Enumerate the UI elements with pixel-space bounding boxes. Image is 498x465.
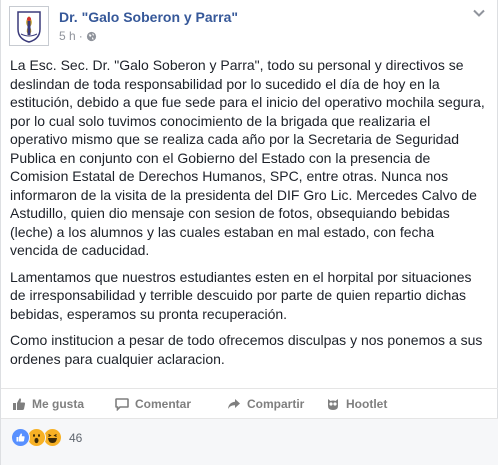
owl-icon (328, 398, 338, 410)
reactions-bar: 46 (1, 418, 498, 465)
reaction-icons[interactable] (11, 428, 62, 447)
post-timestamp[interactable]: 5 h (59, 28, 76, 44)
like-label: Me gusta (32, 396, 85, 411)
globe-icon[interactable] (86, 31, 97, 42)
post-subline: 5 h · (59, 28, 238, 44)
chevron-down-icon[interactable] (473, 9, 485, 17)
share-button[interactable]: Compartir (227, 389, 304, 419)
page-avatar[interactable] (9, 6, 49, 46)
reaction-count[interactable]: 46 (69, 428, 82, 448)
post-card: Dr. "Galo Soberon y Parra" 5 h · La Esc.… (0, 0, 498, 465)
post-body: La Esc. Sec. Dr. "Galo Soberon y Parra",… (10, 56, 486, 376)
post-header: Dr. "Galo Soberon y Parra" 5 h · (9, 6, 238, 48)
post-paragraph: La Esc. Sec. Dr. "Galo Soberon y Parra",… (10, 57, 485, 258)
action-bar: Me gusta Comentar Compartir Hootlet (1, 388, 498, 418)
comment-button[interactable]: Comentar (115, 389, 191, 419)
separator: · (78, 29, 83, 43)
share-label: Compartir (247, 396, 305, 411)
comment-icon (115, 397, 129, 411)
post-paragraph: Como institucion a pesar de todo ofrecem… (10, 332, 483, 367)
post-paragraph: Lamentamos que nuestros estudiantes este… (10, 268, 472, 322)
school-crest-logo (17, 11, 41, 43)
post-meta: Dr. "Galo Soberon y Parra" 5 h · (59, 8, 238, 44)
page-name-link[interactable]: Dr. "Galo Soberon y Parra" (59, 8, 238, 26)
like-reaction-icon (11, 428, 30, 447)
hootlet-button[interactable]: Hootlet (326, 389, 387, 419)
thumbs-up-icon (13, 397, 26, 410)
comment-label: Comentar (135, 396, 192, 411)
hootlet-label: Hootlet (346, 396, 388, 411)
share-arrow-icon (228, 398, 240, 409)
like-button[interactable]: Me gusta (12, 389, 84, 419)
